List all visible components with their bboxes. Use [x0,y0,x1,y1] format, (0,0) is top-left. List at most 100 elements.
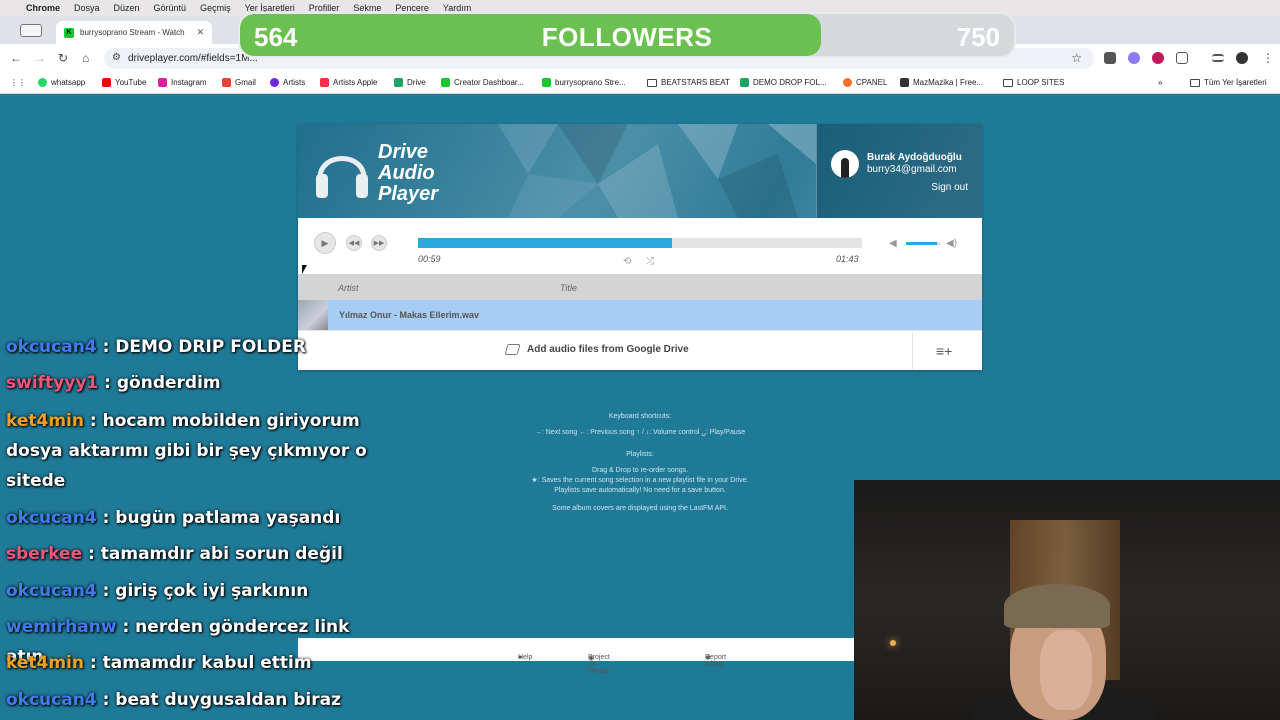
song-row[interactable]: Yılmaz Onur - Makas Ellerim.wav [298,300,982,330]
lamp [890,640,896,646]
kick-icon [542,78,551,87]
volume-mute-icon[interactable]: ◀ [889,238,897,249]
bookmark-artists[interactable]: Artists [270,78,305,87]
keyboard-shortcuts-text: →: Next song ←: Previous song ↑ / ↓: Vol… [534,429,746,436]
back-arrow-icon[interactable]: ← [10,51,22,65]
forward-arrow-icon[interactable]: → [34,51,46,65]
play-button[interactable]: ▶ [314,232,336,254]
bookmark-instagram[interactable]: Instagram [158,78,207,87]
cpanel-icon [843,78,852,87]
bookmark-beatstars[interactable]: BEATSTARS BEAT [647,78,730,87]
extension-icon[interactable] [1152,52,1164,64]
play-icon: ▶ [321,237,329,248]
add-playlist-icon[interactable]: ≡+ [936,343,952,359]
song-title: Yılmaz Onur - Makas Ellerim.wav [339,310,480,320]
mouse-cursor [302,265,312,274]
chat-message: sberkee : tamamdır abi sorun değil [6,539,376,569]
chat-username: sberkee [6,544,83,564]
chat-text: : tamamdır abi sorun değil [88,544,343,564]
reading-list-icon[interactable] [1212,54,1224,62]
add-from-drive-button[interactable]: Add audio files from Google Drive [504,344,689,355]
folder-icon [1003,78,1013,87]
url-text: driveplayer.com/#fields=1M... [128,53,258,64]
folder-icon [647,78,657,87]
drive-audio-player: Drive Audio Player Burak Aydoğduoğlu bur… [298,124,982,370]
profile-avatar[interactable] [1236,52,1248,64]
bookmark-burrysoprano[interactable]: burrysoprano Stre... [542,78,626,87]
bookmark-loop-sites[interactable]: LOOP SITES [1003,78,1064,87]
puzzle-icon[interactable] [1176,52,1188,64]
bookmark-gmail[interactable]: Gmail [222,78,256,87]
chat-text: : DEMO DRIP FOLDER [102,337,306,357]
user-avatar [831,150,859,178]
chat-username: swiftyyy1 [6,373,99,393]
menubar-item-file[interactable]: Dosya [74,3,100,13]
bookmark-youtube[interactable]: YouTube [102,78,146,87]
bookmark-star-icon[interactable]: ☆ [1071,51,1082,65]
site-info-icon[interactable]: ⚙ [112,52,121,63]
tab-sidebar-button[interactable] [20,24,42,37]
extension-icon[interactable] [1128,52,1140,64]
album-cover [298,300,328,330]
chat-username: wemirhanw [6,617,117,637]
shuffle-icon[interactable]: ⤮ [646,256,654,267]
home-icon[interactable]: ⌂ [82,51,89,65]
playlists-line: Drag & Drop to re-order songs. [591,467,689,474]
previous-button[interactable]: ◀◀ [346,235,362,251]
add-files-row: Add audio files from Google Drive ≡+ [298,330,982,370]
volume-slider[interactable] [906,242,940,245]
bookmark-drive[interactable]: Drive [394,78,426,87]
sign-out-link[interactable]: Sign out [931,182,968,193]
banner-pattern [498,124,816,218]
menubar-item-edit[interactable]: Düzen [114,3,140,13]
reload-icon[interactable]: ↻ [58,51,68,65]
streamer-hand [1040,630,1092,710]
chat-message: okcucan4 : beat duygusaldan biraz uzak [6,685,376,720]
column-artist[interactable]: Artist [338,283,359,293]
browser-tab-active[interactable]: K burrysoprano Stream - Watch ✕ [56,21,213,44]
next-button[interactable]: ▶▶ [371,235,387,251]
chat-message: okcucan4 : bugün patlama yaşandı [6,503,376,533]
close-icon[interactable]: ✕ [197,27,205,38]
bookmark-mazmazika[interactable]: MazMazika | Free... [900,78,983,87]
menubar-item-history[interactable]: Geçmiş [200,3,231,13]
menu-kebab-icon[interactable]: ⋮ [1262,51,1274,65]
chat-text: : giriş çok iyi şarkının [102,581,309,601]
google-drive-icon [740,78,749,87]
bookmark-whatsapp[interactable]: whatsapp [38,78,85,87]
bookmarks-overflow-chevron-icon[interactable]: » [1158,78,1162,87]
extension-icon[interactable] [1104,52,1116,64]
menubar-app-name[interactable]: Chrome [26,3,60,13]
repeat-icon[interactable]: ⟲ [623,256,631,267]
chat-text: : bugün patlama yaşandı [102,508,341,528]
chat-message: okcucan4 : DEMO DRIP FOLDER [6,332,376,362]
song-progress-bar[interactable] [418,238,862,248]
user-name: Burak Aydoğduoğlu [867,152,962,163]
previous-icon: ◀◀ [348,240,360,247]
elapsed-time: 00:59 [418,254,441,264]
google-drive-icon [394,78,403,87]
bookmark-all-bookmarks[interactable]: Tüm Yer İşaretleri [1190,78,1267,87]
followers-label: FOLLOWERS [541,22,713,52]
bookmark-cpanel[interactable]: CPANEL [843,78,887,87]
chat-message: okcucan4 : giriş çok iyi şarkının [6,576,376,606]
followers-goal-count: 750 [956,22,1000,52]
chat-text: : tamamdır kabul ettim [89,653,312,673]
webcam-overlay [854,480,1280,720]
menubar-item-view[interactable]: Görüntü [154,3,187,13]
apps-grid-icon[interactable]: ⋮⋮ [10,78,26,87]
bookmark-demo-drop[interactable]: DEMO DROP FOL... [740,78,827,87]
column-title[interactable]: Title [560,283,577,293]
kick-icon: K [64,27,74,38]
bookmark-artists-apple[interactable]: Artists Apple [320,78,377,87]
headphones-icon [316,156,368,198]
streamer-hair [1004,584,1110,628]
volume-fill [906,242,937,245]
bookmark-creator-dashboard[interactable]: Creator Dashboar... [441,78,524,87]
volume-max-icon[interactable]: ◀) [946,238,957,249]
instagram-icon [158,78,167,87]
keyboard-shortcuts-title: Keyboard shortcuts: [608,413,672,420]
next-icon: ▶▶ [373,240,385,247]
chat-username: ket4min [6,653,84,673]
player-controls: ▶ ◀◀ ▶▶ 00:59 01:43 ⟲ ⤮ ◀ ◀) [298,218,982,280]
